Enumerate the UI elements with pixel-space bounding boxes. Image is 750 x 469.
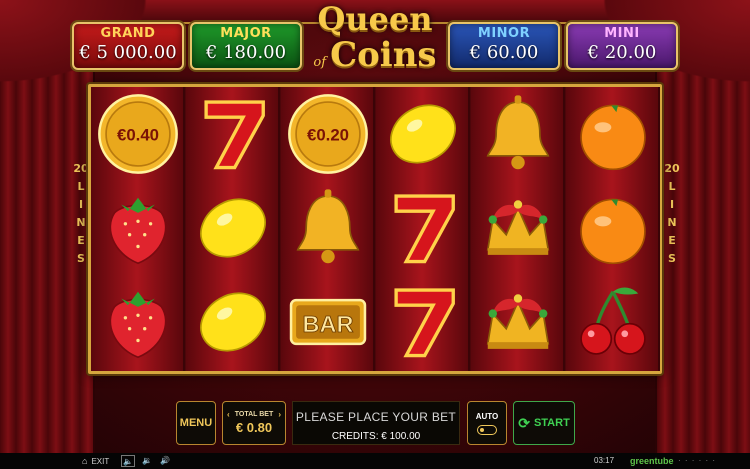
jackpot-minor-label: MINOR xyxy=(477,26,531,41)
jackpot-major: MAJOR € 180.00 xyxy=(190,22,302,70)
sound-mute-icon[interactable]: 🔈 xyxy=(121,455,135,467)
reel-5 xyxy=(471,87,565,371)
control-bar: MENU ‹ TOTAL BET € 0.80 › PLEASE PLACE Y… xyxy=(0,395,750,453)
lines-indicator-right: 20 LINES xyxy=(662,160,682,268)
auto-label: AUTO xyxy=(475,411,499,421)
jackpot-grand-label: GRAND xyxy=(100,26,156,41)
exit-button[interactable]: ⌂ EXIT xyxy=(82,456,109,466)
autoplay-toggle-icon xyxy=(477,424,497,435)
jackpot-mini-value: € 20.00 xyxy=(587,42,657,63)
svg-text:€0.20: €0.20 xyxy=(307,126,349,145)
start-button[interactable]: ⟳ START xyxy=(513,401,575,445)
autoplay-button[interactable]: AUTO xyxy=(467,401,507,445)
reel-2 xyxy=(186,87,280,371)
symbol-coin-icon: €0.40 xyxy=(91,87,185,181)
lines-count-right: 20 xyxy=(664,162,680,175)
reel-3: €0.20 BAR xyxy=(281,87,375,371)
symbol-bell-icon xyxy=(281,181,375,275)
symbol-lemon-icon xyxy=(376,87,470,181)
credits-display: CREDITS: € 100.00 xyxy=(331,431,421,442)
sound-high-icon[interactable]: 🔊 xyxy=(160,456,170,465)
symbol-strawberry-icon xyxy=(91,275,185,369)
svg-text:BAR: BAR xyxy=(303,311,354,337)
symbol-jester-crown-icon xyxy=(471,275,565,369)
symbol-strawberry-icon xyxy=(91,181,185,275)
menu-button[interactable]: MENU xyxy=(176,401,216,445)
start-label: START xyxy=(533,417,570,429)
jackpot-grand-value: € 5 000.00 xyxy=(79,42,177,63)
symbol-jester-crown-icon xyxy=(471,181,565,275)
symbol-bell-icon xyxy=(471,87,565,181)
jackpot-grand: GRAND € 5 000.00 xyxy=(72,22,184,70)
symbol-coin-icon: €0.20 xyxy=(281,87,375,181)
jackpot-mini: MINI € 20.00 xyxy=(566,22,678,70)
more-dots-icon[interactable]: · · · · · · xyxy=(678,456,716,465)
jackpot-major-label: MAJOR xyxy=(220,26,272,41)
jackpot-major-value: € 180.00 xyxy=(205,42,287,63)
jackpot-mini-label: MINI xyxy=(604,26,640,41)
total-bet-selector[interactable]: ‹ TOTAL BET € 0.80 › xyxy=(222,401,286,445)
symbol-seven-icon xyxy=(186,87,280,181)
jackpot-minor: MINOR € 60.00 xyxy=(448,22,560,70)
symbol-seven-icon xyxy=(376,275,470,369)
reel-1: €0.40 xyxy=(91,87,185,371)
symbol-lemon-icon xyxy=(186,181,280,275)
spin-icon: ⟳ xyxy=(518,414,530,431)
brand-logo: greentube xyxy=(630,456,674,466)
symbol-cherry-icon xyxy=(566,275,660,369)
lines-word-right: LINES xyxy=(667,180,677,265)
symbol-bar-icon: BAR xyxy=(281,275,375,369)
sound-low-icon[interactable]: 🔉 xyxy=(142,456,152,465)
symbol-seven-icon xyxy=(376,181,470,275)
total-bet-value: € 0.80 xyxy=(235,420,273,435)
reel-frame: €0.40 €0.20 BAR xyxy=(88,84,662,374)
status-bar: ⌂ EXIT 🔈 🔉 🔊 03:17 greentube · · · · · · xyxy=(0,453,750,469)
reel-6 xyxy=(566,87,660,371)
symbol-orange-icon xyxy=(566,87,660,181)
svg-text:€0.40: €0.40 xyxy=(117,126,159,145)
game-logo: Queen of Coins xyxy=(306,2,444,80)
symbol-lemon-icon xyxy=(186,275,280,369)
exit-label: EXIT xyxy=(91,456,110,466)
message-panel: PLEASE PLACE YOUR BET CREDITS: € 100.00 xyxy=(292,401,460,445)
logo-coins: Coins xyxy=(330,35,437,75)
bet-increase-icon[interactable]: › xyxy=(278,410,281,419)
total-bet-label: TOTAL BET xyxy=(234,411,274,418)
menu-label: MENU xyxy=(179,417,213,429)
bet-decrease-icon[interactable]: ‹ xyxy=(227,410,230,419)
status-message: PLEASE PLACE YOUR BET xyxy=(295,410,457,424)
reel-4 xyxy=(376,87,470,371)
clock-time: 03:17 xyxy=(594,456,615,465)
game-stage: GRAND € 5 000.00 MAJOR € 180.00 MINOR € … xyxy=(0,0,750,453)
symbol-orange-icon xyxy=(566,181,660,275)
logo-queen: Queen xyxy=(317,0,433,38)
jackpot-minor-value: € 60.00 xyxy=(469,42,539,63)
home-icon: ⌂ xyxy=(82,456,88,466)
logo-of: of xyxy=(313,55,327,70)
